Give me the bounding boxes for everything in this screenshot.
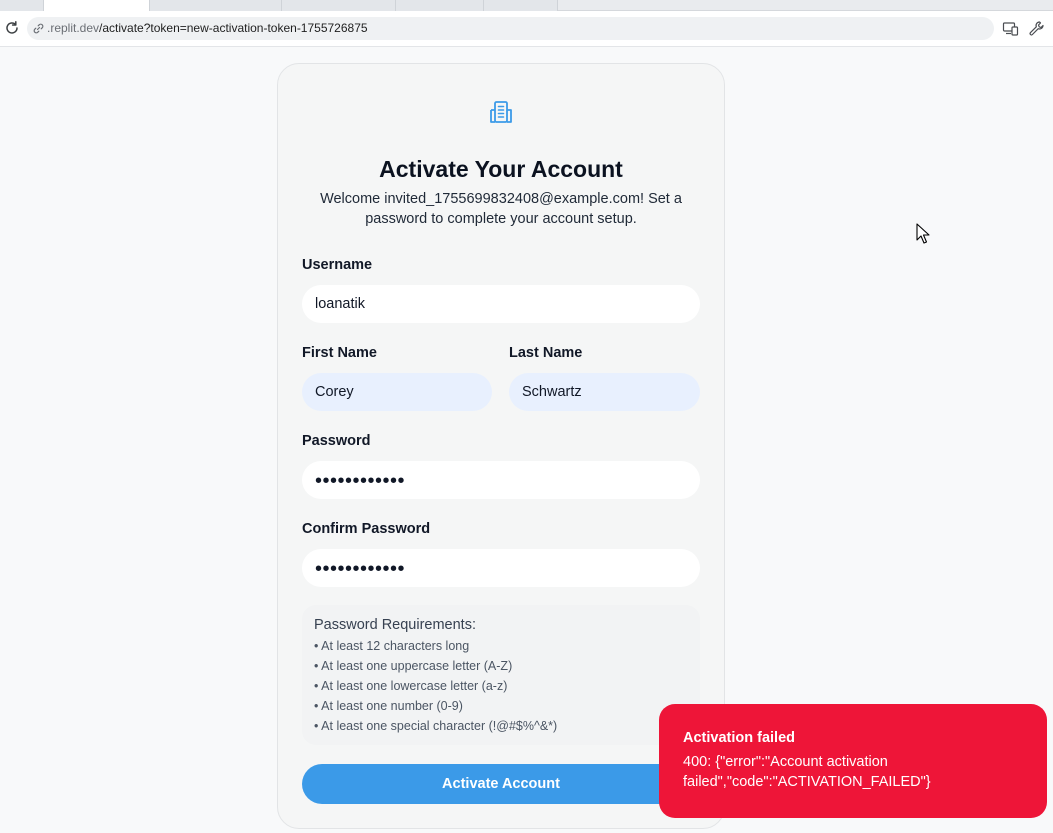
browser-tab-active[interactable] [44, 0, 150, 11]
browser-tab[interactable] [484, 0, 558, 11]
activation-card: Activate Your Account Welcome invited_17… [277, 63, 725, 829]
browser-tab[interactable] [150, 0, 282, 11]
password-input[interactable]: •••••••••••• [302, 461, 700, 499]
building-icon [490, 101, 512, 123]
password-requirements: Password Requirements: At least 12 chara… [302, 605, 700, 745]
username-input[interactable]: loanatik [302, 285, 700, 323]
first-name-input[interactable]: Corey [302, 373, 492, 411]
address-bar: .replit.dev/activate?token=new-activatio… [0, 11, 1053, 47]
last-name-input[interactable]: Schwartz [509, 373, 700, 411]
tab-strip [0, 0, 1053, 11]
requirement-item: At least one uppercase letter (A-Z) [314, 656, 688, 676]
first-name-label: First Name [302, 345, 377, 361]
link-icon [33, 23, 44, 34]
page-title: Activate Your Account [379, 156, 623, 182]
error-toast[interactable]: Activation failed 400: {"error":"Account… [659, 704, 1047, 818]
requirements-title: Password Requirements: [314, 617, 476, 633]
last-name-label: Last Name [509, 345, 583, 361]
requirement-item: At least 12 characters long [314, 636, 688, 656]
welcome-message: Welcome invited_1755699832408@example.co… [320, 191, 682, 227]
browser-tab[interactable] [282, 0, 396, 11]
reload-icon[interactable] [4, 20, 20, 36]
requirement-item: At least one number (0-9) [314, 696, 688, 716]
requirement-item: At least one lowercase letter (a-z) [314, 676, 688, 696]
activate-account-button[interactable]: Activate Account [302, 764, 700, 804]
toast-title: Activation failed [683, 730, 795, 746]
cursor-icon [916, 223, 930, 244]
requirements-list: At least 12 characters long At least one… [314, 636, 688, 736]
browser-tab[interactable] [0, 0, 44, 11]
confirm-password-input[interactable]: •••••••••••• [302, 549, 700, 587]
password-label: Password [302, 433, 371, 449]
username-label: Username [302, 257, 373, 273]
requirement-item: At least one special character (!@#$%^&*… [314, 716, 688, 736]
url-field[interactable]: .replit.dev/activate?token=new-activatio… [27, 17, 994, 40]
wrench-icon[interactable] [1028, 20, 1045, 37]
browser-tab[interactable] [396, 0, 484, 11]
url-path: /activate?token=new-activation-token-175… [99, 21, 368, 35]
confirm-password-label: Confirm Password [302, 521, 431, 537]
url-host: .replit.dev [47, 21, 100, 35]
devices-icon[interactable] [1002, 20, 1019, 37]
toast-message: 400: {"error":"Account activation failed… [683, 754, 931, 790]
